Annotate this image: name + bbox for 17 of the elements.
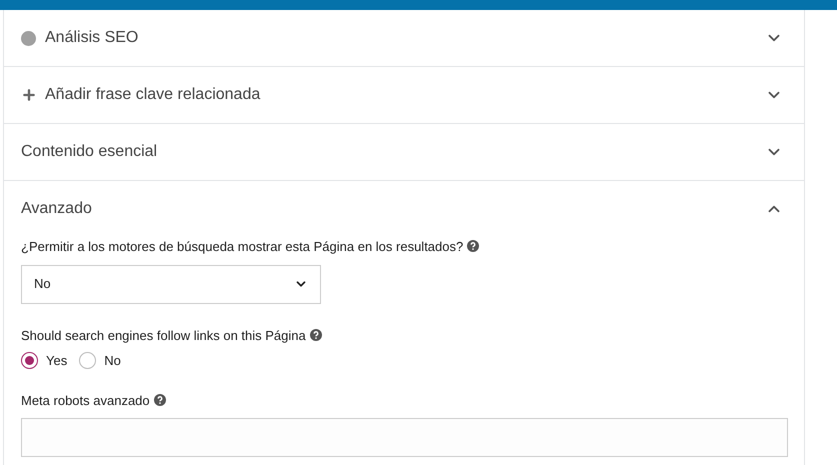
radio-button[interactable] [79,352,96,370]
plus-icon [21,87,37,103]
help-icon[interactable] [154,394,166,406]
field-label: ¿Permitir a los motores de búsqueda mostrar esta Página en los resultados? [21,239,464,254]
section-header[interactable]: Contenido esencial [4,124,804,180]
field-label: Meta robots avanzado [21,392,150,408]
field-label: Should search engines follow links on this Página [21,328,306,342]
select-field[interactable]: No [21,264,321,304]
input-field[interactable] [21,418,788,457]
section-header[interactable]: Añadir frase clave relacionada [4,67,804,123]
section-header[interactable]: Análisis SEO [4,10,804,66]
section-header[interactable]: Avanzado [4,181,804,237]
radio-button[interactable] [21,352,38,370]
help-icon[interactable] [467,240,480,252]
radio-label: Yes [46,352,68,370]
help-icon[interactable] [310,328,322,340]
radio-label: No [104,352,121,370]
